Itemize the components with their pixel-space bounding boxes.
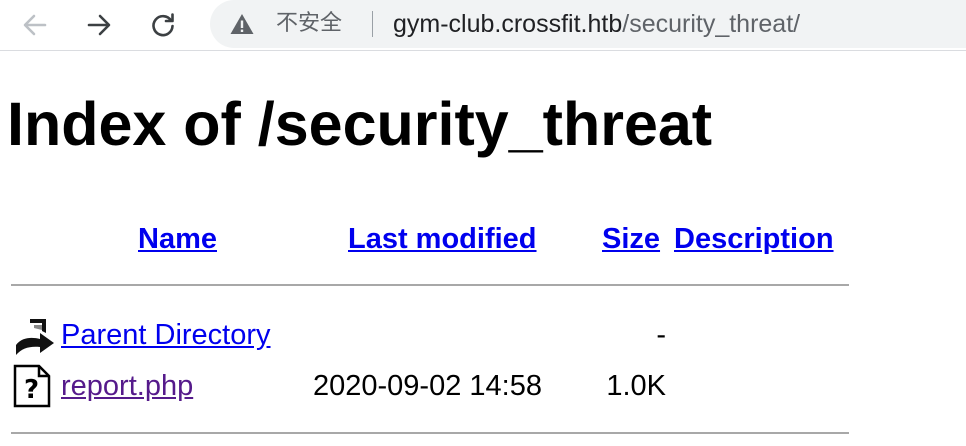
row-size: 1.0K [606, 370, 666, 402]
top-rule [11, 284, 849, 286]
column-header-name[interactable]: Name [138, 222, 217, 256]
toolbar-divider [0, 50, 966, 51]
row-last-modified: 2020-09-02 14:58 [313, 370, 542, 402]
back-button[interactable] [17, 7, 53, 43]
address-bar[interactable]: 不安全 gym-club.crossfit.htb/security_threa… [210, 0, 966, 48]
arrow-right-icon [87, 14, 111, 36]
column-header-last-modified[interactable]: Last modified [348, 222, 537, 256]
file-link-report-php[interactable]: report.php [61, 369, 193, 403]
omnibox-separator [372, 11, 373, 37]
svg-text:?: ? [24, 375, 39, 405]
row-size: - [656, 319, 666, 351]
column-header-description[interactable]: Description [674, 222, 834, 256]
browser-toolbar: 不安全 gym-club.crossfit.htb/security_threa… [0, 0, 966, 50]
warning-triangle-icon[interactable] [229, 12, 255, 36]
bottom-rule [11, 432, 849, 434]
url-path: /security_threat/ [622, 10, 801, 38]
parent-directory-icon [16, 319, 54, 355]
reload-icon [152, 13, 174, 37]
url-host: gym-club.crossfit.htb [393, 10, 623, 38]
unknown-file-icon: ? [13, 364, 51, 408]
forward-button[interactable] [81, 7, 117, 43]
reload-button[interactable] [145, 7, 181, 43]
column-header-size[interactable]: Size [602, 222, 660, 256]
url-text[interactable]: gym-club.crossfit.htb/security_threat/ [393, 9, 800, 39]
parent-directory-link[interactable]: Parent Directory [61, 318, 271, 352]
security-status-label[interactable]: 不安全 [276, 10, 342, 38]
arrow-left-icon [23, 14, 47, 36]
page-title: Index of /security_threat [7, 90, 713, 158]
